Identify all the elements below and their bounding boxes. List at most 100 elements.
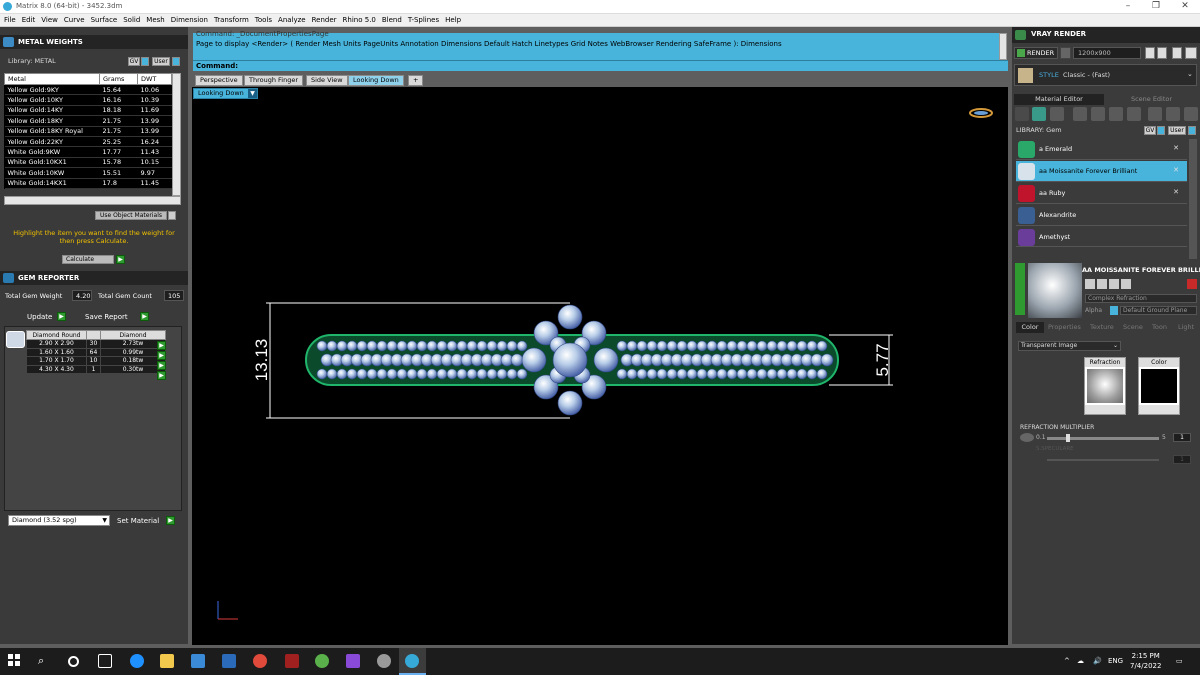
grid-icon[interactable] — [1109, 107, 1123, 121]
tool-icon[interactable] — [1085, 279, 1095, 289]
collapse-preview-button[interactable] — [1015, 263, 1025, 315]
command-scrollbar[interactable] — [999, 33, 1007, 60]
reset-slider-icon[interactable] — [1020, 433, 1034, 442]
close-panel-button[interactable] — [1185, 47, 1197, 59]
gem-lib-gv-toggle[interactable] — [1157, 126, 1165, 135]
app-icon[interactable] — [377, 654, 391, 668]
material-item-selected[interactable]: aa Moissanite Forever Brilliant ✕ — [1016, 161, 1187, 182]
tab-looking-down[interactable]: Looking Down — [348, 75, 404, 86]
sphere-icon[interactable] — [1050, 107, 1064, 121]
use-object-materials-button[interactable]: Use Object Materials — [95, 211, 167, 220]
table-row[interactable]: Yellow Gold:18KY 21.75 13.99 — [4, 115, 172, 127]
table-row[interactable]: Yellow Gold:18KY Royal 21.75 13.99 — [4, 126, 172, 137]
maximize-button[interactable]: ❐ — [1146, 1, 1166, 11]
notifications-icon[interactable]: ▭ — [1176, 657, 1183, 665]
camera-icon[interactable] — [1060, 47, 1071, 59]
row-select-icon[interactable]: ▶ — [157, 371, 166, 380]
tab-light[interactable]: Light — [1178, 322, 1194, 333]
file-explorer-icon[interactable] — [160, 654, 174, 668]
ground-plane-select[interactable]: Default Ground Plane — [1120, 306, 1197, 315]
store-icon[interactable] — [191, 654, 205, 668]
row-select-icon[interactable]: ▶ — [157, 361, 166, 370]
tab-properties[interactable]: Properties — [1048, 322, 1081, 333]
menu-edit[interactable]: Edit — [22, 16, 36, 24]
command-prompt[interactable]: Command: — [193, 60, 1008, 71]
refraction-slider-handle[interactable] — [1066, 434, 1070, 442]
save-report-button[interactable]: Save Report — [85, 313, 128, 321]
tab-toon[interactable]: Toon — [1152, 322, 1167, 333]
table-row[interactable]: White Gold:10KX1 15.78 10.15 — [4, 157, 172, 169]
refraction-value-field[interactable]: 1 — [1173, 433, 1191, 442]
menu-surface[interactable]: Surface — [91, 16, 118, 24]
table-row[interactable]: White Gold:14KX1 17.8 11.45 — [4, 178, 172, 189]
update-go-icon[interactable]: ▶ — [57, 312, 66, 321]
menu-solid[interactable]: Solid — [123, 16, 140, 24]
material-item[interactable]: aa Ruby ✕ — [1016, 183, 1187, 204]
resolution-field[interactable]: 1200x900 — [1073, 47, 1141, 59]
language-indicator[interactable]: ENG — [1108, 657, 1123, 665]
style-selector[interactable]: STYLE Classic - (Fast) ⌄ — [1014, 64, 1197, 86]
material-select[interactable]: Diamond (3.52 spg) ▼ — [8, 515, 110, 526]
table-row[interactable]: 4.30 X 4.30 1 0.30tw — [26, 364, 166, 374]
metal-lib-user-toggle[interactable] — [172, 57, 180, 66]
windows-start-icon[interactable] — [8, 654, 22, 668]
tray-chevron-icon[interactable]: ^ — [1064, 657, 1070, 665]
tool-icon[interactable] — [1109, 279, 1119, 289]
table-row[interactable]: Yellow Gold:14KY 18.18 11.69 — [4, 105, 172, 117]
close-button[interactable]: ✕ — [1175, 1, 1195, 11]
close-icon[interactable]: ✕ — [1173, 144, 1179, 152]
set-material-go-icon[interactable]: ▶ — [166, 516, 175, 525]
metal-table-scrollbar[interactable] — [172, 73, 181, 196]
menu-transform[interactable]: Transform — [214, 16, 249, 24]
add-viewport-button[interactable]: + — [408, 75, 424, 86]
table-row[interactable]: White Gold:10KW 15.51 9.97 — [4, 167, 172, 179]
row-select-icon[interactable]: ▶ — [157, 351, 166, 360]
menu-file[interactable]: File — [4, 16, 16, 24]
set-material-button[interactable]: Set Material — [117, 517, 159, 525]
row-select-icon[interactable]: ▶ — [157, 341, 166, 350]
viewport-looking-down[interactable]: 13.13 5.77 — [192, 87, 1008, 645]
slider2-value-field[interactable]: 1 — [1173, 455, 1191, 464]
refraction-card[interactable]: Refraction — [1084, 357, 1126, 415]
menu-curve[interactable]: Curve — [64, 16, 85, 24]
table-row[interactable]: White Gold:9KW 17.77 11.43 — [4, 146, 172, 158]
metal-table-hscrollbar[interactable] — [4, 196, 181, 205]
mail-icon[interactable] — [222, 654, 236, 668]
prev-button[interactable] — [1145, 47, 1155, 59]
texture-icon[interactable] — [1073, 107, 1087, 121]
menu-render[interactable]: Render — [312, 16, 337, 24]
search-icon[interactable]: ⌕ — [38, 654, 52, 668]
matrix-taskbar-item[interactable] — [399, 648, 426, 675]
table-row[interactable]: Yellow Gold:9KY 15.64 10.06 — [4, 84, 172, 96]
table-row[interactable]: 2.90 X 2.90 30 2.73tw — [26, 339, 166, 349]
tab-through-finger[interactable]: Through Finger — [244, 75, 304, 86]
tab-scene[interactable]: Scene — [1123, 322, 1143, 333]
tool-icon[interactable] — [1121, 279, 1131, 289]
material-list-scrollbar[interactable] — [1189, 139, 1197, 259]
color-card-actions[interactable] — [1139, 405, 1179, 414]
material-item[interactable]: Amethyst — [1016, 227, 1187, 247]
complex-refraction-select[interactable]: Complex Refraction — [1085, 294, 1197, 303]
cortana-icon[interactable] — [68, 656, 79, 667]
app-icon[interactable] — [285, 654, 299, 668]
tab-side-view[interactable]: Side View — [306, 75, 348, 86]
refraction-card-actions[interactable] — [1085, 405, 1125, 414]
tab-texture[interactable]: Texture — [1090, 322, 1114, 333]
metal-lib-user-button[interactable]: User — [152, 57, 170, 66]
menu-analyze[interactable]: Analyze — [278, 16, 306, 24]
tab-perspective[interactable]: Perspective — [195, 75, 243, 86]
tab-scene-editor[interactable]: Scene Editor — [1106, 94, 1197, 105]
table-row[interactable]: Yellow Gold:22KY 25.25 16.24 — [4, 136, 172, 148]
brush-icon[interactable] — [1127, 107, 1141, 121]
close-icon[interactable]: ✕ — [1173, 166, 1179, 174]
transparent-image-select[interactable]: Transparent Image ⌄ — [1018, 341, 1121, 351]
menu-dimension[interactable]: Dimension — [171, 16, 208, 24]
import-icon[interactable] — [1148, 107, 1162, 121]
light-icon[interactable] — [1184, 107, 1198, 121]
refraction-slider-track[interactable] — [1047, 437, 1159, 440]
table-row[interactable]: 1.70 X 1.70 10 0.18tw — [26, 356, 166, 366]
gem-icon[interactable] — [1032, 107, 1046, 121]
calculate-button[interactable]: Calculate — [62, 255, 114, 264]
metal-lib-gv-toggle[interactable] — [141, 57, 149, 66]
app-icon[interactable] — [315, 654, 329, 668]
